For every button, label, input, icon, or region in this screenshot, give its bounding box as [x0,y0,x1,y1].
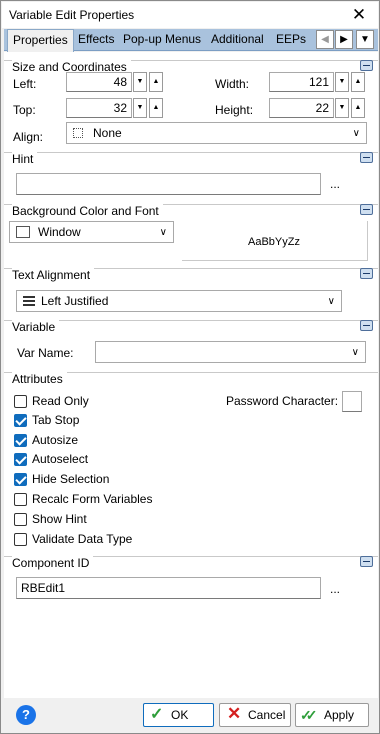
validate-data-type-checkbox[interactable] [14,533,27,546]
tab-stop-label: Tab Stop [32,413,80,427]
cancel-label: Cancel [248,708,286,722]
recalc-form-variables-label: Recalc Form Variables [32,492,153,506]
password-char-label: Password Character: [226,394,339,408]
apply-label: Apply [324,708,355,722]
show-hint-checkbox[interactable] [14,513,27,526]
ok-button[interactable]: ✓ OK [143,703,214,727]
read-only-checkbox[interactable] [14,395,27,408]
height-label: Height: [215,103,254,117]
left-down-icon[interactable]: ▼ [133,72,147,92]
width-up-icon[interactable]: ▲ [351,72,365,92]
hint-ellipsis-button[interactable]: ... [330,177,340,191]
recalc-form-variables-checkbox[interactable] [14,493,27,506]
tab-scroll-left-icon[interactable]: ◀ [316,30,334,49]
hint-section: Hint ... [4,152,378,202]
apply-button[interactable]: ✓✓ Apply [295,703,369,727]
tab-scroll-right-icon[interactable]: ▶ [335,30,353,49]
left-input[interactable]: 48 [66,72,132,92]
hide-selection-label: Hide Selection [32,472,110,486]
section-title: Background Color and Font [12,204,163,218]
tab-menu-icon[interactable]: ▼ [356,30,374,49]
size-section: Size and Coordinates Left: 48 ▼ ▲ Width:… [4,60,378,158]
left-up-icon[interactable]: ▲ [149,72,163,92]
height-input[interactable]: 22 [269,98,334,118]
section-title: Component ID [12,556,94,570]
chevron-down-icon: ∨ [352,128,360,139]
height-up-icon[interactable]: ▲ [351,98,365,118]
validate-data-type-label: Validate Data Type [32,532,133,546]
color-swatch-icon [16,226,30,238]
close-icon[interactable]: ✕ [348,4,370,26]
cancel-x-icon: ✕ [227,704,242,723]
tab-popup-menus[interactable]: Pop-up Menus [123,32,201,46]
help-icon[interactable]: ? [16,705,36,725]
double-check-icon: ✓✓ [300,707,318,723]
text-alignment-combo[interactable]: Left Justified ∨ [16,290,342,312]
dialog-window: Variable Edit Properties ✕ Properties Ef… [0,0,380,734]
align-label: Align: [13,130,44,144]
collapse-icon[interactable] [360,320,373,331]
font-sample-text: AaBbYyZz [248,236,300,248]
tab-strip: Properties Effects Pop-up Menus Addition… [4,29,378,52]
align-none-icon [73,128,83,138]
tab-eeps[interactable]: EEPs [276,32,306,46]
var-name-combo[interactable]: ∨ [95,341,366,363]
window-title: Variable Edit Properties [9,8,135,22]
tab-stop-checkbox[interactable] [14,414,27,427]
width-label: Width: [215,77,250,91]
top-input[interactable]: 32 [66,98,132,118]
section-title: Text Alignment [12,268,95,282]
hide-selection-checkbox[interactable] [14,473,27,486]
background-color-combo[interactable]: Window ∨ [9,221,174,243]
ok-label: OK [171,708,189,722]
check-icon: ✓ [150,706,164,723]
collapse-icon[interactable] [360,204,373,215]
collapse-icon[interactable] [360,60,373,71]
cancel-button[interactable]: ✕ Cancel [219,703,291,727]
top-up-icon[interactable]: ▲ [149,98,163,118]
autosize-label: Autosize [32,433,79,447]
variable-section: Variable Var Name: ∨ [4,320,378,372]
background-color-value: Window [38,225,81,239]
component-id-ellipsis-button[interactable]: ... [330,582,340,596]
font-sample-box[interactable]: AaBbYyZz [182,221,368,261]
section-title: Attributes [12,372,67,386]
hint-input[interactable] [16,173,321,195]
show-hint-label: Show Hint [32,512,87,526]
title-bar: Variable Edit Properties ✕ [2,2,378,28]
align-value: None [93,126,122,140]
read-only-label: Read Only [32,394,89,408]
password-char-input[interactable] [342,391,362,412]
tab-properties[interactable]: Properties [7,29,74,52]
tab-effects[interactable]: Effects [78,32,114,46]
chevron-down-icon: ∨ [327,296,335,307]
top-label: Top: [13,103,36,117]
height-down-icon[interactable]: ▼ [335,98,349,118]
tab-additional[interactable]: Additional [211,32,264,46]
left-label: Left: [13,77,37,91]
width-down-icon[interactable]: ▼ [335,72,349,92]
section-title: Hint [12,152,38,166]
var-name-label: Var Name: [17,346,74,360]
chevron-down-icon: ∨ [351,347,359,358]
properties-pane: Size and Coordinates Left: 48 ▼ ▲ Width:… [4,52,378,698]
text-alignment-section: Text Alignment Left Justified ∨ [4,268,378,318]
align-left-icon [23,296,35,306]
collapse-icon[interactable] [360,268,373,279]
top-down-icon[interactable]: ▼ [133,98,147,118]
width-input[interactable]: 121 [269,72,334,92]
component-id-input[interactable]: RBEdit1 [16,577,321,599]
collapse-icon[interactable] [360,152,373,163]
autoselect-label: Autoselect [32,452,89,466]
attributes-section: Attributes Password Character: Read Only… [4,372,378,556]
section-title: Variable [12,320,60,334]
text-alignment-value: Left Justified [41,294,109,308]
autosize-checkbox[interactable] [14,434,27,447]
component-id-section: Component ID RBEdit1 ... [4,556,378,608]
autoselect-checkbox[interactable] [14,453,27,466]
collapse-icon[interactable] [360,556,373,567]
chevron-down-icon: ∨ [159,227,167,238]
align-combo[interactable]: None ∨ [66,122,367,144]
background-section: Background Color and Font Window ∨ AaBbY… [4,204,378,268]
